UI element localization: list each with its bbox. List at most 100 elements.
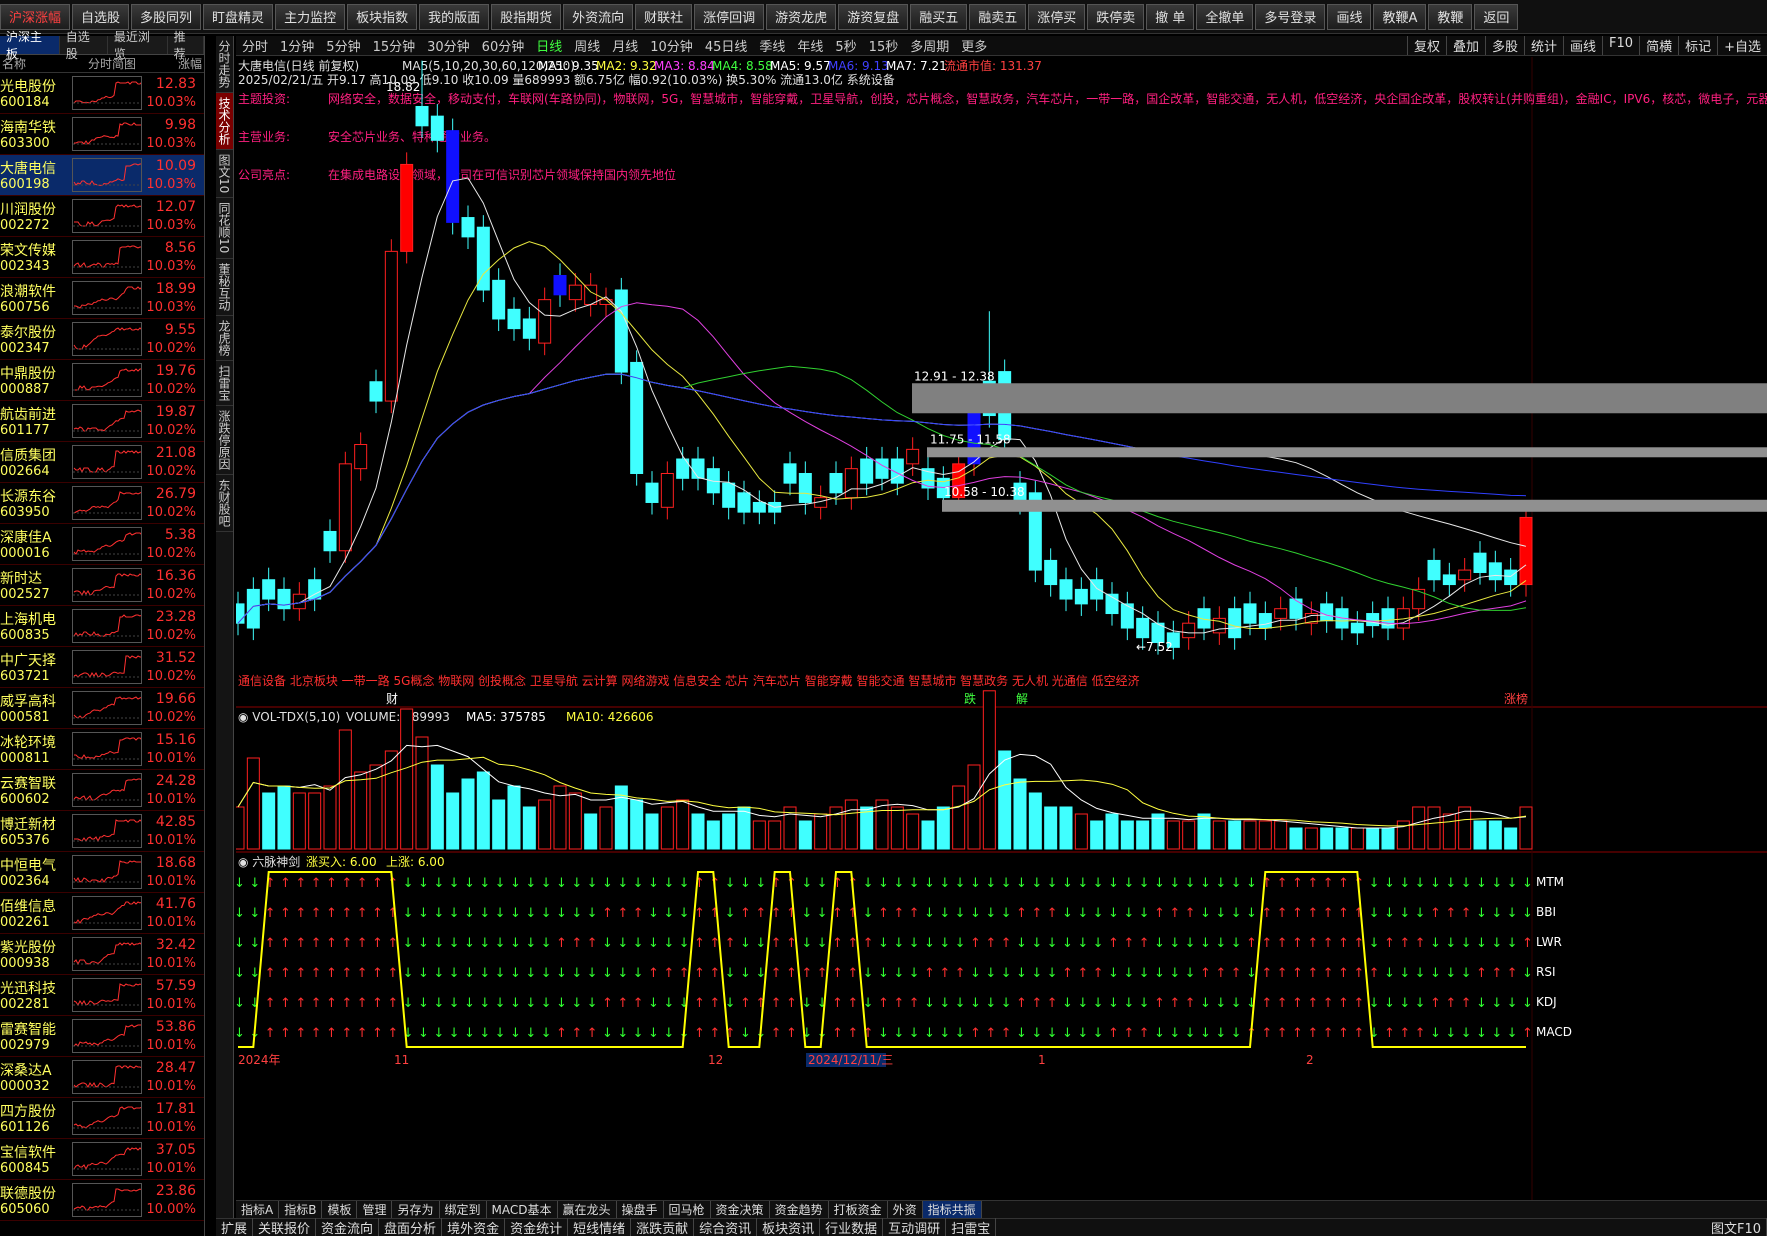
- toolbar-button-8[interactable]: 外资流向: [563, 3, 634, 30]
- list-tab-3[interactable]: 推荐: [168, 30, 204, 61]
- indicator-tab-2[interactable]: 模板: [322, 1201, 358, 1218]
- stock-row[interactable]: 光电股份 600184 12.83 10.03%: [0, 73, 204, 114]
- stock-row[interactable]: 新时达 002527 16.36 10.02%: [0, 565, 204, 606]
- bottom-f10-button[interactable]: 图文F10: [1706, 1218, 1767, 1236]
- indicator-tab-0[interactable]: 指标A: [236, 1201, 280, 1218]
- indicator-tab-7[interactable]: 赢在龙头: [558, 1201, 617, 1218]
- period-tab-4[interactable]: 30分钟: [421, 36, 476, 55]
- stock-row[interactable]: 联德股份 605060 23.86 10.00%: [0, 1180, 204, 1221]
- toolbar-button-22[interactable]: 教鞭: [1428, 3, 1473, 30]
- stock-row[interactable]: 威孚高科 000581 19.66 10.02%: [0, 688, 204, 729]
- tool-tab-0[interactable]: 复权: [1406, 36, 1446, 55]
- toolbar-button-17[interactable]: 撤 单: [1146, 3, 1195, 30]
- tool-tab-8[interactable]: +自选: [1717, 36, 1767, 55]
- stock-row[interactable]: 川润股份 002272 12.07 10.03%: [0, 196, 204, 237]
- toolbar-button-0[interactable]: 沪深涨幅: [0, 3, 71, 30]
- chart-area[interactable]: 大唐电信(日线 前复权) MA5(5,10,20,30,60,120,250) MA…: [231, 57, 1767, 1207]
- stock-row[interactable]: 博迁新材 605376 42.85 10.01%: [0, 811, 204, 852]
- toolbar-button-12[interactable]: 游资复盘: [838, 3, 909, 30]
- indicator-tab-12[interactable]: 打板资金: [829, 1201, 888, 1218]
- indicator-tab-4[interactable]: 另存为: [392, 1201, 440, 1218]
- stock-row[interactable]: 佰维信息 002261 41.76 10.01%: [0, 893, 204, 934]
- indicator-tab-6[interactable]: MACD基本: [487, 1201, 558, 1218]
- toolbar-button-15[interactable]: 涨停买: [1028, 3, 1086, 30]
- period-tab-16[interactable]: 更多: [955, 36, 993, 55]
- toolbar-button-11[interactable]: 游资龙虎: [766, 3, 837, 30]
- toolbar-button-4[interactable]: 主力监控: [275, 3, 346, 30]
- list-tab-0[interactable]: 沪深主板: [0, 30, 60, 61]
- period-tab-5[interactable]: 60分钟: [476, 36, 531, 55]
- list-tab-2[interactable]: 最近浏览: [108, 30, 168, 61]
- stock-row[interactable]: 深康佳A 000016 5.38 10.02%: [0, 524, 204, 565]
- side-tab-8[interactable]: 东财股吧: [216, 475, 233, 532]
- col-spark[interactable]: 分时简图: [72, 55, 152, 72]
- period-tab-11[interactable]: 季线: [753, 36, 791, 55]
- side-tab-3[interactable]: 同花顺10: [216, 198, 233, 259]
- toolbar-button-2[interactable]: 多股同列: [131, 3, 202, 30]
- indicator-tab-1[interactable]: 指标B: [279, 1201, 323, 1218]
- stock-row[interactable]: 上海机电 600835 23.28 10.02%: [0, 606, 204, 647]
- col-name[interactable]: 名称: [0, 55, 72, 72]
- stock-row[interactable]: 中恒电气 002364 18.68 10.01%: [0, 852, 204, 893]
- bottom-tab-5[interactable]: 资金统计: [505, 1218, 569, 1236]
- bottom-tab-3[interactable]: 盘面分析: [379, 1218, 443, 1236]
- side-tab-7[interactable]: 涨跌停原因: [216, 406, 233, 475]
- period-tab-10[interactable]: 45日线: [699, 36, 754, 55]
- period-tab-2[interactable]: 5分钟: [320, 36, 366, 55]
- stock-row[interactable]: 荣文传媒 002343 8.56 10.03%: [0, 237, 204, 278]
- period-tab-6[interactable]: 日线: [530, 36, 568, 55]
- toolbar-button-6[interactable]: 我的版面: [419, 3, 490, 30]
- bottom-tab-7[interactable]: 涨跌贡献: [631, 1218, 695, 1236]
- toolbar-button-10[interactable]: 涨停回调: [694, 3, 765, 30]
- stock-row[interactable]: 云赛智联 600602 24.28 10.01%: [0, 770, 204, 811]
- period-tab-8[interactable]: 月线: [606, 36, 644, 55]
- indicator-tab-5[interactable]: 绑定到: [440, 1201, 487, 1218]
- side-tab-0[interactable]: 分时走势: [216, 36, 233, 93]
- stock-row[interactable]: 信质集团 002664 21.08 10.02%: [0, 442, 204, 483]
- tool-tab-2[interactable]: 多股: [1484, 36, 1524, 55]
- side-tab-6[interactable]: 扫雷宝: [216, 361, 233, 406]
- period-tab-0[interactable]: 分时: [236, 36, 274, 55]
- bottom-tab-1[interactable]: 关联报价: [253, 1218, 317, 1236]
- toolbar-button-19[interactable]: 多号登录: [1255, 3, 1326, 30]
- stock-row[interactable]: 雷赛智能 002979 53.86 10.01%: [0, 1016, 204, 1057]
- side-tab-4[interactable]: 董秘互动: [216, 259, 233, 316]
- toolbar-button-13[interactable]: 融买五: [910, 3, 968, 30]
- bottom-tab-10[interactable]: 行业数据: [820, 1218, 884, 1236]
- indicator-tab-3[interactable]: 管理: [357, 1201, 393, 1218]
- bottom-tab-12[interactable]: 扫雷宝: [946, 1218, 997, 1236]
- toolbar-button-3[interactable]: 盯盘精灵: [203, 3, 274, 30]
- stock-row[interactable]: 四方股份 601126 17.81 10.01%: [0, 1098, 204, 1139]
- stock-row[interactable]: 光迅科技 002281 57.59 10.01%: [0, 975, 204, 1016]
- period-tab-7[interactable]: 周线: [568, 36, 606, 55]
- kline-chart[interactable]: 大唐电信(日线 前复权) MA5(5,10,20,30,60,120,250)MA…: [231, 57, 1767, 1200]
- tool-tab-5[interactable]: F10: [1602, 36, 1639, 55]
- bottom-tab-11[interactable]: 互动调研: [883, 1218, 947, 1236]
- stock-row[interactable]: 泰尔股份 002347 9.55 10.02%: [0, 319, 204, 360]
- indicator-tab-14[interactable]: 指标共振: [922, 1201, 982, 1218]
- indicator-tab-11[interactable]: 资金趋势: [770, 1201, 829, 1218]
- period-tab-15[interactable]: 多周期: [904, 36, 955, 55]
- tool-tab-1[interactable]: 叠加: [1445, 36, 1485, 55]
- stock-row[interactable]: 中广天择 603721 31.52 10.02%: [0, 647, 204, 688]
- tool-tab-6[interactable]: 简横: [1639, 36, 1678, 55]
- period-tab-3[interactable]: 15分钟: [367, 36, 422, 55]
- toolbar-button-23[interactable]: 返回: [1474, 3, 1519, 30]
- period-tab-12[interactable]: 年线: [791, 36, 829, 55]
- toolbar-button-21[interactable]: 教鞭A: [1373, 3, 1427, 30]
- toolbar-button-1[interactable]: 自选股: [72, 3, 130, 30]
- indicator-tab-10[interactable]: 资金决策: [711, 1201, 770, 1218]
- period-tab-9[interactable]: 10分钟: [644, 36, 699, 55]
- toolbar-button-9[interactable]: 财联社: [635, 3, 693, 30]
- period-tab-1[interactable]: 1分钟: [274, 36, 320, 55]
- indicator-tab-8[interactable]: 操盘手: [617, 1201, 664, 1218]
- side-tab-1[interactable]: 技术分析: [216, 93, 233, 150]
- stock-row[interactable]: 冰轮环境 000811 15.16 10.01%: [0, 729, 204, 770]
- bottom-tab-2[interactable]: 资金流向: [316, 1218, 380, 1236]
- bottom-tab-9[interactable]: 板块资讯: [757, 1218, 821, 1236]
- period-tab-13[interactable]: 5秒: [829, 36, 862, 55]
- period-tab-14[interactable]: 15秒: [863, 36, 905, 55]
- stock-row[interactable]: 紫光股份 000938 32.42 10.01%: [0, 934, 204, 975]
- bottom-tab-8[interactable]: 综合资讯: [694, 1218, 758, 1236]
- list-tab-1[interactable]: 自选股: [60, 30, 108, 61]
